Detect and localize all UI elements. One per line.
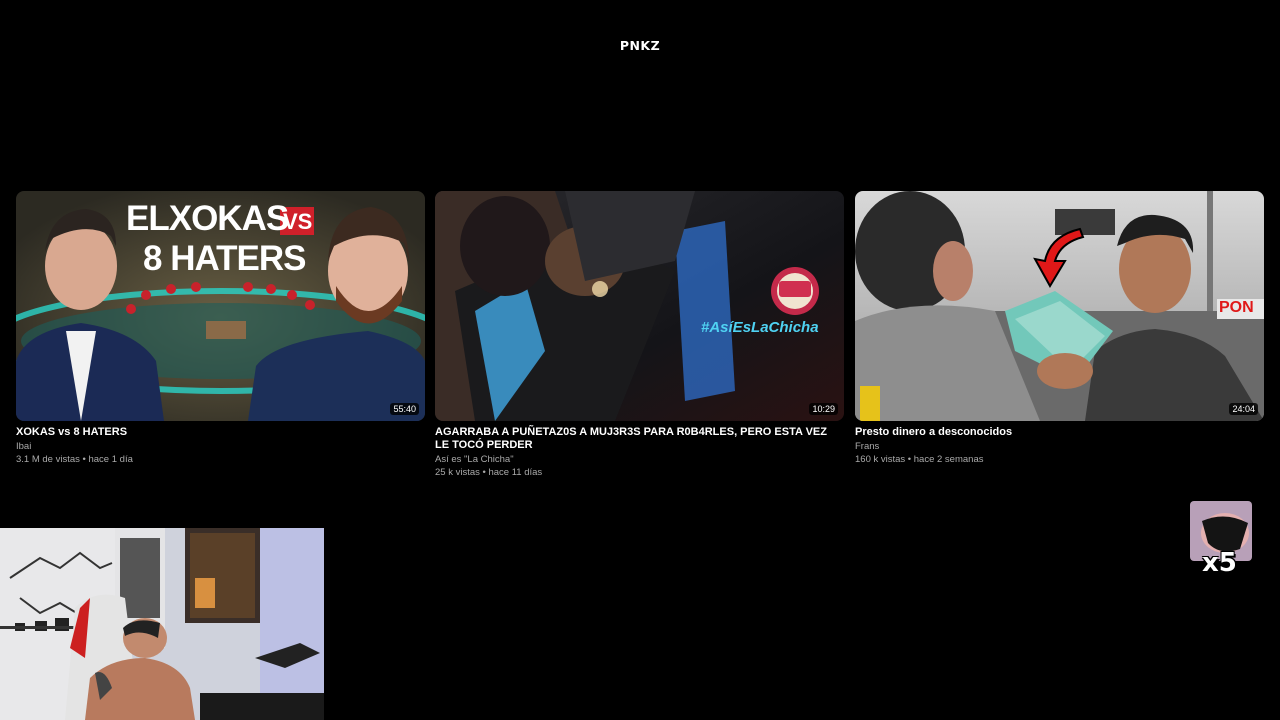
webcam-feed — [0, 528, 324, 720]
video-thumbnail[interactable]: PON 24:04 — [855, 191, 1264, 421]
video-card[interactable]: ELXOKAS VS 8 HATERS 55:40 XOKAS vs 8 HAT… — [16, 191, 425, 466]
video-stats: 25 k vistas • hace 11 días — [435, 467, 543, 478]
thumb-vs-label: VS — [283, 209, 313, 234]
channel-name[interactable]: Frans — [855, 440, 1264, 453]
channel-name[interactable]: Ibai — [16, 440, 425, 453]
channel-logo: PNKZ — [619, 38, 661, 53]
multiplier-count: x5 — [1202, 548, 1237, 578]
thumbnail-image — [435, 191, 844, 421]
thumbnail-image — [855, 191, 1264, 421]
channel-name[interactable]: Así es "La Chicha" — [435, 453, 844, 466]
thumb-title-line1: ELXOKAS — [126, 199, 289, 238]
video-card[interactable]: PON 24:04 Presto dinero a desconocidos F… — [855, 191, 1264, 466]
thumb-hashtag: #AsíEsLaChicha — [701, 319, 819, 336]
video-card[interactable]: #AsíEsLaChicha 10:29 AGARRABA A PUÑETAZ0… — [435, 191, 844, 479]
duration-badge: 10:29 — [809, 403, 838, 415]
video-thumbnail[interactable]: ELXOKAS VS 8 HATERS 55:40 — [16, 191, 425, 421]
video-thumbnail[interactable]: #AsíEsLaChicha 10:29 — [435, 191, 844, 421]
multiplier-badge: x5 — [1190, 501, 1252, 581]
thumb-sign-text: PON — [1219, 299, 1254, 316]
video-title[interactable]: Presto dinero a desconocidos — [855, 426, 1264, 439]
video-stats: 3.1 M de vistas • hace 1 día — [16, 454, 133, 465]
webcam-overlay — [0, 528, 324, 720]
video-title[interactable]: AGARRABA A PUÑETAZ0S A MUJ3R3S PARA R0B4… — [435, 426, 844, 452]
duration-badge: 55:40 — [390, 403, 419, 415]
thumb-title-line2: 8 HATERS — [143, 239, 306, 278]
video-title[interactable]: XOKAS vs 8 HATERS — [16, 426, 425, 439]
duration-badge: 24:04 — [1229, 403, 1258, 415]
video-stats: 160 k vistas • hace 2 semanas — [855, 454, 984, 465]
